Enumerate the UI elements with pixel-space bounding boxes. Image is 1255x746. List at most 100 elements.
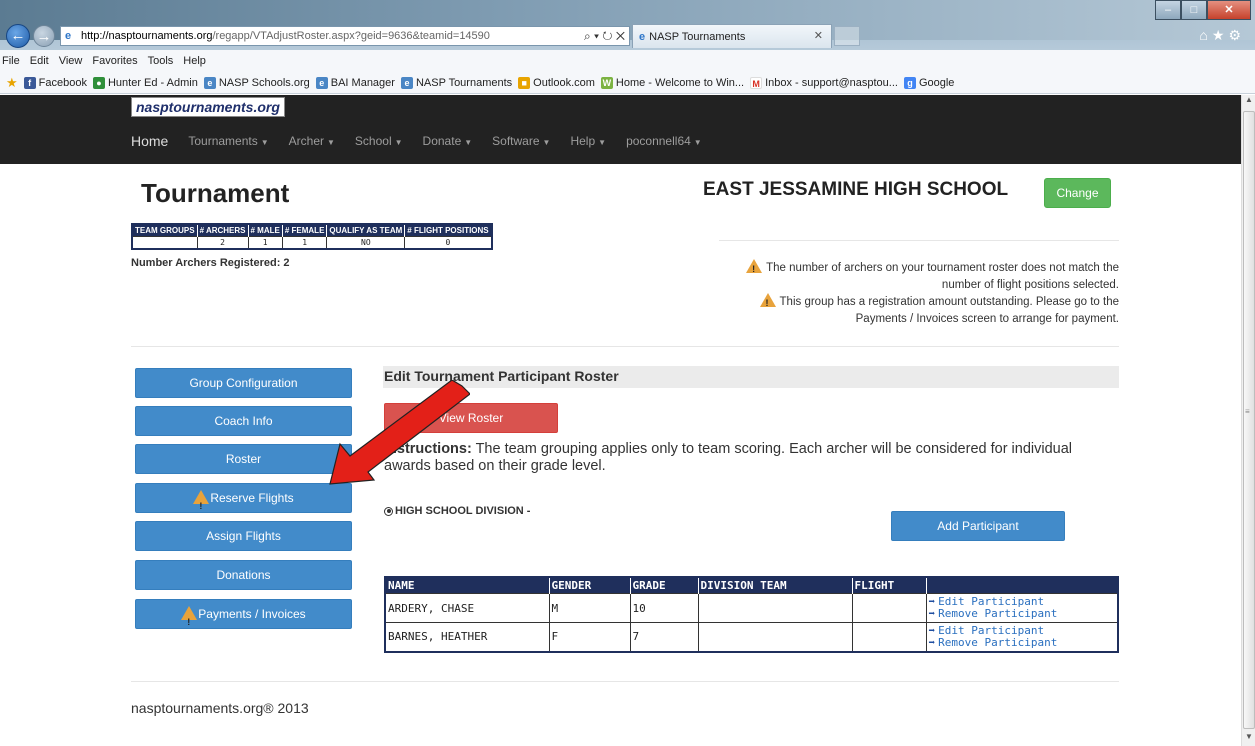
- summary-header: TEAM GROUPS: [132, 224, 198, 237]
- scroll-grip-icon: ≡: [1245, 407, 1250, 416]
- footer-copyright: nasptournaments.org® 2013: [131, 700, 309, 716]
- favorite-link[interactable]: e BAI Manager: [315, 76, 395, 89]
- summary-header: QUALIFY AS TEAM: [326, 224, 406, 237]
- nav-archer[interactable]: Archer ▼: [289, 134, 335, 148]
- favorite-link[interactable]: g Google: [903, 76, 954, 89]
- close-window-button[interactable]: ✕: [1207, 0, 1251, 20]
- favorite-link[interactable]: f Facebook: [23, 76, 87, 89]
- vertical-scrollbar[interactable]: ▲ ≡ ▼: [1241, 95, 1255, 746]
- summary-header: # ARCHERS: [197, 224, 249, 237]
- caret-down-icon: ▼: [394, 138, 403, 147]
- site-nav-items: Home Tournaments ▼ Archer ▼ School ▼ Donate…: [131, 133, 722, 149]
- roster-header-flight: FLIGHT: [852, 577, 927, 594]
- remove-participant-link[interactable]: ➡ Remove Participant: [929, 608, 1116, 620]
- nav-software[interactable]: Software ▼: [492, 134, 550, 148]
- web-page: nasptournaments.org Home Tournaments ▼ Ar…: [0, 95, 1241, 746]
- menu-favorites[interactable]: Favorites: [92, 55, 137, 67]
- caret-down-icon: ▼: [464, 138, 473, 147]
- add-participant-button[interactable]: Add Participant: [891, 511, 1065, 541]
- nav-home[interactable]: Home: [131, 133, 168, 149]
- menu-help[interactable]: Help: [183, 55, 206, 67]
- arrow-right-icon: ➡: [928, 623, 936, 637]
- flight-mismatch-warning: The number of archers on your tournament…: [709, 259, 1119, 294]
- minimize-button[interactable]: –: [1155, 0, 1181, 20]
- address-bar[interactable]: e http://nasptournaments.org/regapp/VTAd…: [60, 26, 630, 46]
- forward-button[interactable]: →: [33, 25, 55, 47]
- browser-tab[interactable]: e NASP Tournaments ✕: [632, 24, 832, 48]
- division-radio[interactable]: [384, 506, 393, 516]
- participant-grade: 10: [629, 593, 699, 623]
- nav-help[interactable]: Help ▼: [570, 134, 606, 148]
- ie-page-icon: e: [203, 76, 216, 89]
- payment-outstanding-warning: This group has a registration amount out…: [709, 293, 1119, 328]
- back-button[interactable]: ←: [6, 24, 30, 48]
- roster-header-gender: GENDER: [549, 577, 631, 594]
- ie-page-icon: e: [315, 76, 328, 89]
- ie-tab-icon: e: [639, 30, 646, 43]
- division-option[interactable]: HIGH SCHOOL DIVISION -: [384, 505, 530, 517]
- nav-user-menu[interactable]: poconnell64 ▼: [626, 134, 702, 148]
- nav-tournaments[interactable]: Tournaments ▼: [188, 134, 268, 148]
- participant-division-team: [697, 622, 853, 652]
- scroll-down-arrow-icon[interactable]: ▼: [1242, 732, 1255, 746]
- address-tools-icons[interactable]: ⌕ ▾ ↻ ✕: [584, 29, 625, 44]
- favorite-link[interactable]: e NASP Schools.org: [203, 76, 310, 89]
- change-school-button[interactable]: Change: [1044, 178, 1111, 208]
- tab-title: NASP Tournaments: [649, 30, 746, 43]
- windows-live-icon: W: [600, 76, 613, 89]
- arrow-right-icon: ➡: [928, 635, 936, 649]
- ie-page-icon: e: [400, 76, 413, 89]
- favorite-link[interactable]: W Home - Welcome to Win...: [600, 76, 744, 89]
- participant-name: ARDERY, CHASE: [384, 593, 550, 623]
- site-logo[interactable]: nasptournaments.org: [131, 97, 285, 117]
- scroll-thumb[interactable]: [1243, 111, 1255, 729]
- nav-school[interactable]: School ▼: [355, 134, 403, 148]
- menu-file[interactable]: File: [2, 55, 20, 67]
- participant-gender: M: [548, 593, 631, 623]
- home-icon[interactable]: ⌂: [1199, 27, 1211, 43]
- summary-row: 2 1 1 NO 0: [131, 236, 493, 249]
- favorite-link[interactable]: ■ Outlook.com: [518, 76, 595, 89]
- team-summary-table: TEAM GROUPS # ARCHERS # MALE # FEMALE QU…: [131, 223, 493, 250]
- scroll-up-arrow-icon[interactable]: ▲: [1242, 95, 1255, 109]
- page-title: Tournament: [141, 178, 290, 208]
- menu-view[interactable]: View: [59, 55, 83, 67]
- warning-icon: [181, 606, 198, 636]
- participant-gender: F: [548, 622, 631, 652]
- maximize-button[interactable]: □: [1181, 0, 1207, 20]
- menu-tools[interactable]: Tools: [148, 55, 174, 67]
- favorite-link[interactable]: ● Hunter Ed - Admin: [92, 76, 198, 89]
- favorite-link[interactable]: M Inbox - support@nasptou...: [750, 76, 898, 89]
- gear-icon[interactable]: ⚙: [1228, 27, 1245, 43]
- favorites-bar: ★ f Facebook ● Hunter Ed - Admin e NASP Sch…: [0, 72, 1255, 94]
- outlook-icon: ■: [518, 76, 531, 89]
- summary-cell: 1: [281, 236, 328, 249]
- payments-invoices-button[interactable]: Payments / Invoices: [135, 599, 352, 636]
- remove-participant-link[interactable]: ➡ Remove Participant: [928, 635, 1116, 649]
- donations-button[interactable]: Donations: [135, 560, 352, 590]
- menu-edit[interactable]: Edit: [30, 55, 49, 67]
- ie-page-icon: e: [65, 30, 72, 42]
- favorites-star-icon[interactable]: ★: [1212, 27, 1229, 43]
- section-header: Edit Tournament Participant Roster: [383, 366, 1119, 388]
- favorite-link[interactable]: e NASP Tournaments: [400, 76, 512, 89]
- assign-flights-button[interactable]: Assign Flights: [135, 521, 352, 551]
- participant-flight: [851, 593, 927, 623]
- browser-chrome: – □ ✕ ← → e http://nasptournaments.org/r…: [0, 0, 1255, 94]
- participant-actions: ➡ Edit Participant ➡ Remove Participant: [925, 622, 1119, 652]
- tab-close-icon[interactable]: ✕: [814, 29, 823, 42]
- annotation-arrow-icon: [329, 380, 470, 485]
- ie-toolbar-icons[interactable]: ⌂★⚙: [1199, 27, 1245, 44]
- table-row: ARDERY, CHASE M 10 ➡ Edit Participant ➡ Re…: [384, 593, 1119, 623]
- roster-header-name: NAME: [385, 577, 550, 594]
- new-tab-button[interactable]: [834, 26, 860, 46]
- site-navbar: nasptournaments.org Home Tournaments ▼ Ar…: [0, 95, 1241, 164]
- nav-donate[interactable]: Donate ▼: [423, 134, 473, 148]
- divider: [719, 240, 1119, 241]
- favorites-star-icon[interactable]: ★: [6, 75, 18, 91]
- roster-header-grade: GRADE: [630, 577, 699, 594]
- participant-name: BARNES, HEATHER: [384, 622, 550, 652]
- summary-header: # FEMALE: [282, 224, 328, 237]
- divider: [131, 346, 1119, 347]
- school-name: EAST JESSAMINE HIGH SCHOOL: [703, 179, 1009, 200]
